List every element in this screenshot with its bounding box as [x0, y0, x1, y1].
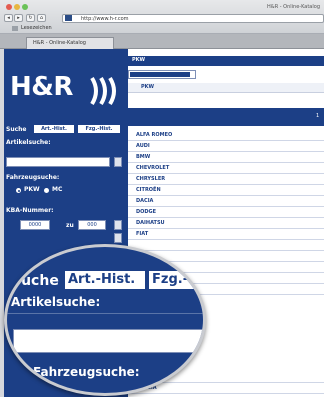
browser-tab[interactable]: H&R - Online-Katalog [26, 37, 114, 49]
magnified-fahrzeugsuche-label: Fahrzeugsuche: [33, 365, 140, 379]
magnified-tab-fzg-hist[interactable]: Fzg.-H [149, 271, 203, 289]
tab-fzg-hist[interactable]: Fzg.-Hist. [78, 125, 120, 133]
page-indicator: 1 [316, 113, 320, 119]
reload-icon: ↻ [28, 15, 33, 21]
artikel-search-input[interactable] [6, 157, 110, 167]
kba-next-button[interactable] [114, 233, 122, 243]
logo-stripes-icon [90, 76, 116, 106]
radio-mc-label: MC [52, 186, 63, 193]
content-selection-row[interactable] [128, 83, 324, 93]
home-icon: ⌂ [39, 15, 44, 21]
tab-art-hist[interactable]: Art.-Hist. [34, 125, 74, 133]
magnified-divider [7, 313, 203, 314]
content-selection-text: PKW [141, 84, 155, 90]
hr-logo[interactable]: H&R [10, 72, 73, 102]
bookmark-icon[interactable] [12, 26, 18, 31]
kba-to-input[interactable]: 000 [78, 220, 106, 230]
brand-link-chrysler[interactable]: CHRYSLER [128, 174, 324, 185]
back-button[interactable]: ◂ [4, 14, 13, 22]
content-band [128, 108, 324, 126]
forward-button[interactable]: ▸ [14, 14, 23, 22]
bookmark-label[interactable]: Lesezeichen [21, 25, 52, 31]
fahrzeugsuche-label: Fahrzeugsuche: [6, 174, 60, 181]
dropdown-selection-bar [130, 72, 190, 77]
radio-pkw-label: PKW [24, 186, 40, 193]
kba-from-input[interactable]: 0000 [20, 220, 50, 230]
brand-link-alfa-romeo[interactable]: ALFA ROMEO [128, 130, 324, 141]
url-bar[interactable]: http://www.h-r.com [62, 14, 324, 23]
close-window-icon[interactable] [6, 4, 12, 10]
suche-label: Suche [6, 126, 27, 133]
artikel-search-button[interactable] [114, 157, 122, 167]
magnifier-lens: Suche Art.-Hist. Fzg.-H Artikelsuche: Fa… [4, 244, 206, 396]
minimize-window-icon[interactable] [14, 4, 20, 10]
magnified-artikelsuche-label: Artikelsuche: [11, 295, 101, 309]
kba-to-label: zu [66, 222, 74, 229]
brand-link-bmw[interactable]: BMW [128, 152, 324, 163]
kba-search-button[interactable] [114, 220, 122, 230]
brand-link-audi[interactable]: AUDI [128, 141, 324, 152]
artikelsuche-label: Artikelsuche: [6, 139, 51, 146]
radio-pkw[interactable] [16, 188, 21, 193]
brand-link-dacia[interactable]: DACIA [128, 196, 324, 207]
magnified-artikel-search-input[interactable] [13, 329, 203, 353]
forward-icon: ▸ [17, 15, 20, 21]
site-favicon-icon [65, 15, 72, 21]
content-header-title: PKW [132, 57, 146, 63]
magnified-sidebar: Suche Art.-Hist. Fzg.-H Artikelsuche: Fa… [7, 247, 203, 393]
magnified-tab-art-hist[interactable]: Art.-Hist. [65, 271, 145, 289]
back-icon: ◂ [7, 15, 10, 21]
brand-link-chevrolet[interactable]: CHEVROLET [128, 163, 324, 174]
brand-link-fiat[interactable]: FIAT [128, 229, 324, 240]
window-title: H&R - Online-Katalog [267, 4, 320, 10]
content-header [128, 56, 324, 66]
kba-label: KBA-Nummer: [6, 207, 54, 214]
brand-link-dodge[interactable]: DODGE [128, 207, 324, 218]
home-button[interactable]: ⌂ [37, 14, 46, 22]
brand-link-daihatsu[interactable]: DAIHATSU [128, 218, 324, 229]
zoom-window-icon[interactable] [22, 4, 28, 10]
magnified-suche-label: Suche [11, 273, 59, 289]
radio-mc[interactable] [44, 188, 49, 193]
brand-link-citroen[interactable]: CITROËN [128, 185, 324, 196]
reload-button[interactable]: ↻ [26, 14, 35, 22]
